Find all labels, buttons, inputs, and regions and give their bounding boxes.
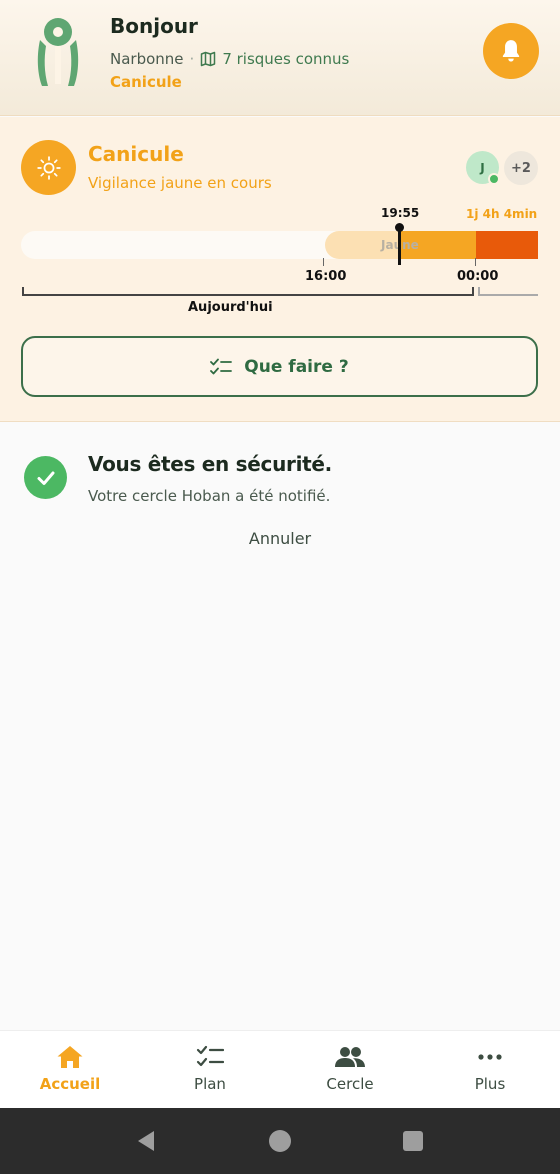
nav-item-circle[interactable]: Cercle (280, 1031, 420, 1109)
heat-icon-badge (21, 140, 76, 195)
today-bracket (22, 287, 474, 296)
tick-midnight (475, 258, 476, 266)
checklist-icon (196, 1045, 224, 1067)
notifications-button[interactable] (483, 23, 539, 79)
map-icon (201, 51, 216, 67)
alert-level-subtitle: Vigilance jaune en cours (88, 174, 272, 192)
back-icon[interactable] (135, 1129, 159, 1153)
alert-title: Canicule (88, 142, 184, 166)
people-icon (335, 1047, 365, 1067)
circle-member-avatar[interactable]: J (466, 151, 500, 185)
more-members-badge[interactable]: +2 (504, 151, 538, 185)
what-to-do-button[interactable]: Que faire ? (21, 336, 538, 397)
safe-status-title: Vous êtes en sécurité. (88, 452, 332, 476)
tick-label-midnight: 00:00 (457, 269, 499, 284)
separator-dot: · (189, 50, 195, 68)
bottom-navigation: Accueil Plan Cercle Plus (0, 1030, 560, 1108)
app-header: Bonjour Narbonne · 7 risques connus Cani… (0, 0, 560, 116)
known-risks-label: 7 risques connus (222, 50, 350, 68)
tomorrow-bracket (478, 287, 538, 296)
recents-icon[interactable] (401, 1129, 425, 1153)
checklist-icon (210, 358, 233, 374)
hoban-logo (37, 18, 79, 86)
alert-card[interactable]: Canicule Vigilance jaune en cours J +2 1… (0, 117, 560, 422)
city-label: Narbonne (110, 50, 184, 68)
tick-16h (323, 258, 324, 266)
avatar-initial: J (480, 160, 485, 175)
known-risks-link[interactable]: 7 risques connus (200, 50, 349, 68)
bell-icon (502, 40, 520, 62)
nav-item-home[interactable]: Accueil (0, 1031, 140, 1109)
current-time-label: 19:55 (381, 206, 420, 220)
nav-label-circle: Cercle (326, 1075, 374, 1093)
remaining-time-label: 1j 4h 4min (466, 207, 538, 221)
greeting-title: Bonjour (110, 14, 198, 38)
nav-item-more[interactable]: Plus (420, 1031, 560, 1109)
home-icon (57, 1046, 83, 1068)
nav-label-home: Accueil (39, 1075, 101, 1093)
checkmark-icon (37, 471, 54, 485)
nav-item-plan[interactable]: Plan (140, 1031, 280, 1109)
safe-status-subtitle: Votre cercle Hoban a été notifié. (88, 487, 331, 505)
what-to-do-label: Que faire ? (244, 356, 349, 377)
nav-label-more: Plus (474, 1075, 506, 1093)
location-row: Narbonne · 7 risques connus (110, 50, 349, 68)
nav-label-plan: Plan (194, 1075, 226, 1093)
today-label: Aujourd'hui (188, 300, 273, 315)
member-safe-check-icon (488, 173, 500, 185)
cancel-safe-button[interactable]: Annuler (0, 529, 560, 548)
sun-icon (36, 155, 61, 180)
vigilance-timeline (21, 231, 538, 259)
system-navigation-bar (0, 1108, 560, 1174)
home-circle-icon[interactable] (268, 1129, 292, 1153)
more-icon (478, 1054, 502, 1060)
tick-label-16h: 16:00 (305, 269, 347, 284)
active-alert-label[interactable]: Canicule (110, 73, 182, 91)
current-time-marker (398, 227, 401, 265)
timeline-next-day-segment (476, 231, 538, 259)
safe-check-icon (24, 456, 67, 499)
